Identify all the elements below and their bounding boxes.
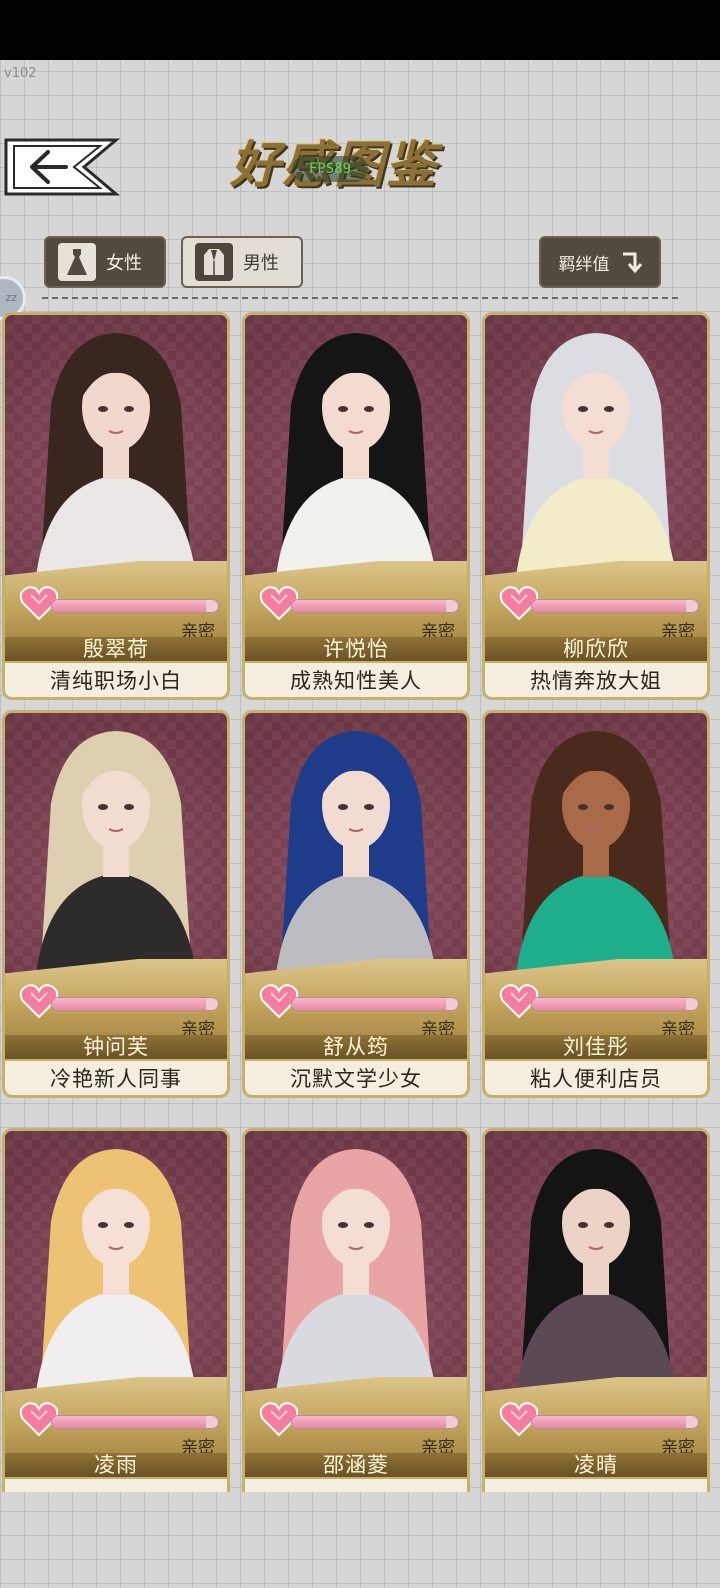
character-name: 舒从筠 <box>245 1035 467 1059</box>
character-title: 冷艳新人同事 <box>5 1059 227 1095</box>
character-portrait <box>35 731 197 983</box>
character-name: 凌晴 <box>485 1453 707 1477</box>
affection-fill <box>532 998 687 1010</box>
character-portrait <box>35 1149 197 1401</box>
tab-male[interactable]: 男性 <box>181 236 303 288</box>
bond-sort-button[interactable]: 羁绊值 <box>539 236 661 288</box>
character-portrait <box>515 333 677 585</box>
back-button[interactable] <box>4 136 124 198</box>
character-portrait <box>275 1149 437 1401</box>
character-name: 凌雨 <box>5 1453 227 1477</box>
affection-fill <box>292 1416 447 1428</box>
tab-female-label: 女性 <box>106 253 142 274</box>
affection-fill <box>52 600 207 612</box>
character-portrait <box>275 731 437 983</box>
character-name: 许悦怡 <box>245 637 467 661</box>
affection-fill <box>52 1416 207 1428</box>
character-card[interactable]: 亲密 许悦怡 成熟知性美人 <box>242 312 470 700</box>
affection-bar <box>51 599 219 613</box>
affection-bar <box>51 1415 219 1429</box>
affection-fill <box>532 1416 687 1428</box>
affection-fill <box>292 998 447 1010</box>
character-card[interactable]: 亲密 刘佳彤 粘人便利店员 <box>482 710 710 1098</box>
character-portrait <box>515 731 677 983</box>
character-name: 钟问芙 <box>5 1035 227 1059</box>
affection-bar <box>531 997 699 1011</box>
affection-fill <box>292 600 447 612</box>
character-card[interactable]: 亲密 舒从筠 沉默文学少女 <box>242 710 470 1098</box>
character-title: 沉默文学少女 <box>245 1059 467 1095</box>
status-bar <box>0 0 720 60</box>
tab-male-label: 男性 <box>243 253 279 274</box>
fps-counter: FPS89 <box>292 156 368 182</box>
character-card[interactable]: 亲密 邵涵菱 <box>242 1128 470 1492</box>
character-card[interactable]: 亲密 殷翠荷 清纯职场小白 <box>2 312 230 700</box>
dress-icon <box>58 243 96 281</box>
affection-bar <box>291 997 459 1011</box>
affection-bar <box>531 599 699 613</box>
character-title: 热情奔放大姐 <box>485 661 707 697</box>
suit-icon <box>195 243 233 281</box>
character-name: 刘佳彤 <box>485 1035 707 1059</box>
character-name: 殷翠荷 <box>5 637 227 661</box>
character-title <box>245 1477 467 1492</box>
affection-bar <box>291 599 459 613</box>
version-label: v102 <box>4 66 37 81</box>
sort-arrow-icon <box>622 252 642 274</box>
character-card[interactable]: 亲密 柳欣欣 热情奔放大姐 <box>482 312 710 700</box>
character-card[interactable]: 亲密 凌晴 <box>482 1128 710 1492</box>
character-title: 清纯职场小白 <box>5 661 227 697</box>
character-name: 邵涵菱 <box>245 1453 467 1477</box>
affection-bar <box>531 1415 699 1429</box>
character-card-grid: 亲密 殷翠荷 清纯职场小白 亲密 许悦怡 成熟知性美人 亲密 柳欣欣 热情奔放大姐亲密 钟问芙 冷艳… <box>0 312 720 1492</box>
affection-fill <box>532 600 687 612</box>
character-card[interactable]: 亲密 钟问芙 冷艳新人同事 <box>2 710 230 1098</box>
character-title: 成熟知性美人 <box>245 661 467 697</box>
header-divider <box>42 297 678 299</box>
character-name: 柳欣欣 <box>485 637 707 661</box>
back-arrow-icon <box>4 138 121 196</box>
character-portrait <box>275 333 437 585</box>
affection-bar <box>291 1415 459 1429</box>
character-portrait <box>35 333 197 585</box>
affection-fill <box>52 998 207 1010</box>
character-title: 粘人便利店员 <box>485 1059 707 1095</box>
bond-sort-label: 羁绊值 <box>558 254 610 275</box>
tab-female[interactable]: 女性 <box>44 236 166 288</box>
affection-bar <box>51 997 219 1011</box>
character-portrait <box>515 1149 677 1401</box>
character-title <box>5 1477 227 1492</box>
character-title <box>485 1477 707 1492</box>
character-card[interactable]: 亲密 凌雨 <box>2 1128 230 1492</box>
